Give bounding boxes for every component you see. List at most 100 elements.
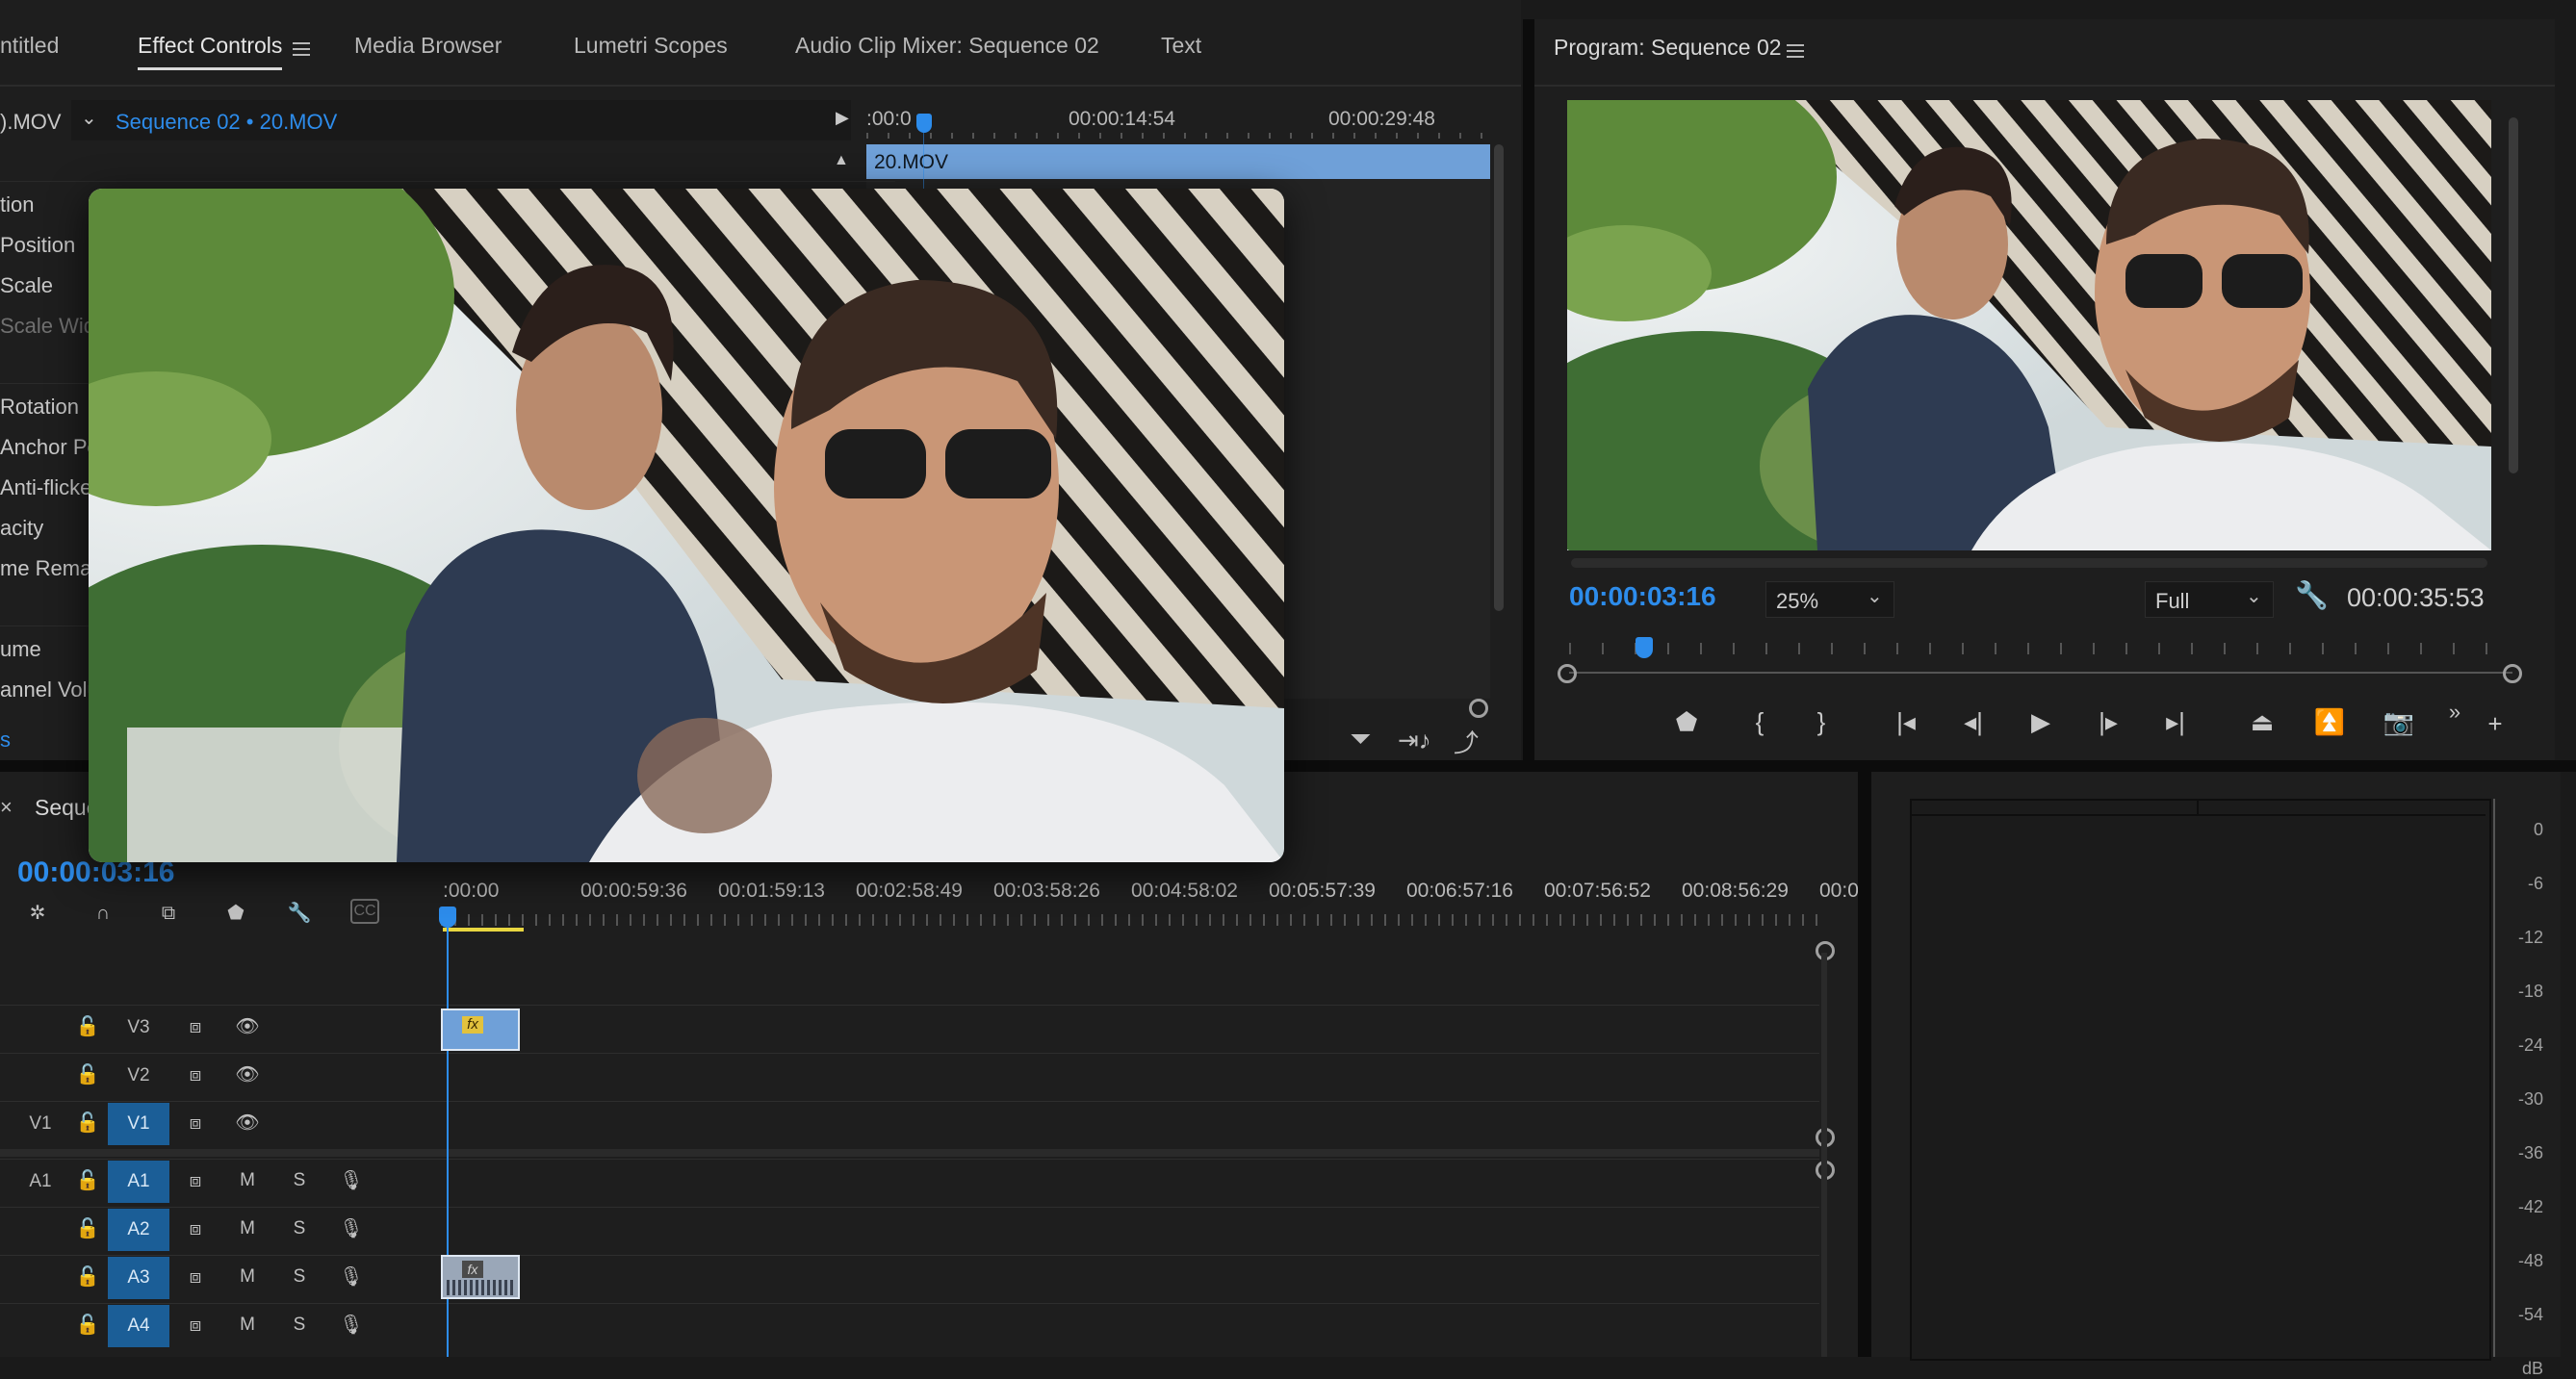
wrench-icon[interactable]: 🔧 xyxy=(285,899,314,928)
play-icon[interactable]: ▶ xyxy=(2022,702,2060,741)
track-target-a1[interactable]: A1 xyxy=(108,1161,169,1203)
solo-button[interactable]: S xyxy=(285,1311,314,1340)
go-to-in-icon[interactable]: |◂ xyxy=(1887,702,1925,741)
sync-lock-icon[interactable]: ⧈ xyxy=(181,1166,210,1195)
eye-icon[interactable]: 👁 xyxy=(233,1060,262,1089)
solo-button[interactable]: S xyxy=(285,1166,314,1195)
playhead-marker[interactable] xyxy=(916,114,932,133)
eye-icon[interactable]: 👁 xyxy=(233,1012,262,1041)
sync-lock-icon[interactable]: ⧈ xyxy=(181,1012,210,1041)
video-clip-v3[interactable]: fx xyxy=(441,1009,520,1051)
track-target-v3[interactable]: V3 xyxy=(108,1007,169,1049)
row-divider xyxy=(0,181,895,182)
track-target-a4[interactable]: A4 xyxy=(108,1305,169,1347)
lift-icon[interactable]: ⏏ xyxy=(2243,702,2281,741)
in-handle[interactable] xyxy=(1558,664,1577,683)
menu-icon[interactable] xyxy=(293,38,310,60)
resolution-dropdown[interactable]: Full ⌄ xyxy=(2145,581,2274,618)
marker-icon[interactable]: ⬟ xyxy=(221,899,250,928)
out-handle[interactable] xyxy=(2503,664,2522,683)
expand-right-icon[interactable]: ▶ xyxy=(836,108,849,128)
track-target-a2[interactable]: A2 xyxy=(108,1209,169,1251)
linked-selection-icon[interactable]: ⧉ xyxy=(154,899,183,928)
export-icon[interactable]: ⤴ xyxy=(1454,724,1479,759)
plus-icon[interactable]: + xyxy=(2476,704,2514,743)
camera-icon[interactable]: 📷 xyxy=(2380,702,2418,741)
ruler-ticks xyxy=(441,914,1817,926)
track-target-a3[interactable]: A3 xyxy=(108,1257,169,1299)
lock-icon[interactable]: 🔓 xyxy=(73,1214,102,1243)
more-controls-icon[interactable]: » xyxy=(2435,693,2474,731)
work-area-bar[interactable] xyxy=(443,928,524,932)
microphone-icon[interactable]: 🎙 xyxy=(337,1263,366,1291)
mute-button[interactable]: M xyxy=(233,1263,262,1291)
menu-icon[interactable] xyxy=(1787,40,1804,62)
zoom-dropdown[interactable]: 25% ⌄ xyxy=(1765,581,1894,618)
tab-text[interactable]: Text xyxy=(1161,33,1201,59)
wrench-icon[interactable]: 🔧 xyxy=(2295,579,2329,611)
sync-lock-icon[interactable]: ⧈ xyxy=(181,1214,210,1243)
tab-lumetri-scopes[interactable]: Lumetri Scopes xyxy=(574,33,728,59)
lock-icon[interactable]: 🔓 xyxy=(73,1263,102,1291)
sync-lock-icon[interactable]: ⧈ xyxy=(181,1109,210,1137)
monitor-scrollbar[interactable] xyxy=(2509,117,2518,473)
vertical-scrollbar[interactable] xyxy=(1494,144,1504,611)
source-clip-label[interactable]: ).MOV xyxy=(0,110,62,135)
ruler-tick-label: 00:04:58:02 xyxy=(1131,880,1238,902)
mute-button[interactable]: M xyxy=(233,1311,262,1340)
sequence-clip-selector[interactable]: ⌄ Sequence 02 • 20.MOV xyxy=(71,100,851,140)
mute-button[interactable]: M xyxy=(233,1214,262,1243)
program-timecode[interactable]: 00:00:03:16 xyxy=(1569,581,1716,612)
track-scrollbar[interactable] xyxy=(1821,953,1827,1357)
program-video-frame[interactable] xyxy=(1567,100,2491,550)
extract-icon[interactable]: ⏫ xyxy=(2310,702,2349,741)
lock-icon[interactable]: 🔓 xyxy=(73,1166,102,1195)
effect-controls-ruler[interactable]: :00:0 00:00:14:54 00:00:29:48 xyxy=(866,100,1492,139)
tab-media-browser[interactable]: Media Browser xyxy=(354,33,502,59)
filter-icon[interactable]: ⏷ xyxy=(1350,724,1371,755)
sync-lock-icon[interactable]: ⧈ xyxy=(181,1263,210,1291)
microphone-icon[interactable]: 🎙 xyxy=(337,1166,366,1195)
tab-audio-clip-mixer[interactable]: Audio Clip Mixer: Sequence 02 xyxy=(795,33,1099,59)
lock-icon[interactable]: 🔓 xyxy=(73,1109,102,1137)
audio-clip-a3[interactable]: fx xyxy=(441,1255,520,1299)
lock-icon[interactable]: 🔓 xyxy=(73,1060,102,1089)
source-patch[interactable]: V1 xyxy=(12,1103,69,1145)
track-target-v1[interactable]: V1 xyxy=(108,1103,169,1145)
mark-out-icon[interactable]: } xyxy=(1802,702,1841,741)
scroll-handle[interactable] xyxy=(1469,699,1488,718)
mark-in-icon[interactable]: { xyxy=(1740,702,1779,741)
close-icon[interactable]: × xyxy=(0,795,13,820)
tab-effect-controls[interactable]: Effect Controls xyxy=(138,33,283,70)
go-to-out-icon[interactable]: ▸| xyxy=(2156,702,2195,741)
magnet-icon[interactable]: ∩ xyxy=(89,899,117,928)
microphone-icon[interactable]: 🎙 xyxy=(337,1311,366,1340)
step-back-icon[interactable]: ◂| xyxy=(1954,702,1993,741)
snap-icon[interactable]: ✲ xyxy=(23,899,52,928)
solo-button[interactable]: S xyxy=(285,1263,314,1291)
captions-icon[interactable]: CC xyxy=(350,899,379,924)
collapse-up-icon[interactable]: ▲ xyxy=(834,152,849,169)
sync-lock-icon[interactable]: ⧈ xyxy=(181,1311,210,1340)
program-playhead[interactable] xyxy=(1636,637,1654,658)
floating-preview-window[interactable] xyxy=(89,189,1284,862)
eye-icon[interactable]: 👁 xyxy=(233,1109,262,1137)
mute-button[interactable]: M xyxy=(233,1166,262,1195)
microphone-icon[interactable]: 🎙 xyxy=(337,1214,366,1243)
lock-icon[interactable]: 🔓 xyxy=(73,1012,102,1041)
track-target-v2[interactable]: V2 xyxy=(108,1055,169,1097)
fx-badge: fx xyxy=(462,1016,483,1034)
lock-icon[interactable]: 🔓 xyxy=(73,1311,102,1340)
program-monitor-title[interactable]: Program: Sequence 02 xyxy=(1554,35,1782,61)
source-patch[interactable]: A1 xyxy=(12,1161,69,1203)
monitor-h-scrollbar[interactable] xyxy=(1571,558,2487,568)
tab-untitled[interactable]: ntitled xyxy=(0,33,59,59)
monitor-ruler[interactable] xyxy=(1569,639,2512,677)
marker-icon[interactable]: ⬟ xyxy=(1667,702,1706,741)
sync-lock-icon[interactable]: ⧈ xyxy=(181,1060,210,1089)
audio-route-icon[interactable]: ⇥♪ xyxy=(1398,726,1431,755)
timeline-playhead-head[interactable] xyxy=(439,907,456,928)
step-forward-icon[interactable]: |▸ xyxy=(2089,702,2127,741)
clip-bar[interactable]: 20.MOV xyxy=(866,144,1490,179)
solo-button[interactable]: S xyxy=(285,1214,314,1243)
